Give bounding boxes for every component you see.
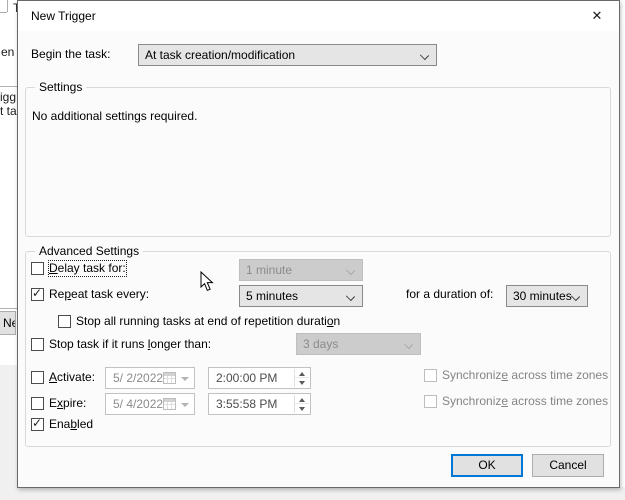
calendar-icon	[163, 398, 176, 410]
delay-task-dropdown-value: 1 minute	[246, 263, 292, 277]
activate-checkbox[interactable]	[31, 371, 44, 384]
background-footer-area-bottom	[0, 487, 625, 500]
background-divider-2	[0, 308, 17, 309]
close-button[interactable]: ✕	[581, 4, 613, 28]
repeat-task-label[interactable]: Repeat task every:	[49, 287, 149, 302]
background-text-fragment-when: en y	[1, 45, 17, 59]
activate-date-value: 5/ 2/2022	[113, 371, 163, 385]
begin-task-dropdown[interactable]: At task creation/modification	[138, 44, 437, 66]
background-footer-area	[0, 365, 17, 500]
settings-message: No additional settings required.	[32, 109, 197, 123]
stop-all-tasks-checkbox[interactable]	[58, 315, 71, 328]
enabled-label[interactable]: Enabled	[49, 417, 93, 432]
enabled-checkbox[interactable]: ✓	[31, 418, 44, 431]
background-text-fragment-trigger: igg	[0, 90, 17, 104]
activate-sync-timezone-checkbox	[424, 369, 437, 382]
stop-task-longer-checkbox[interactable]	[31, 338, 44, 351]
expire-time-value: 3:55:58 PM	[216, 397, 277, 411]
settings-group-title: Settings	[35, 80, 86, 94]
begin-task-label: Begin the task:	[31, 47, 110, 62]
advanced-settings-group-title: Advanced Settings	[35, 244, 143, 258]
stop-task-longer-label[interactable]: Stop task if it runs longer than:	[49, 337, 211, 352]
settings-group: Settings No additional settings required…	[25, 87, 611, 237]
background-tab-border-bottom	[0, 12, 7, 13]
delay-task-dropdown: 1 minute	[239, 259, 363, 281]
dropdown-arrow-icon	[181, 403, 189, 407]
duration-dropdown[interactable]: 30 minutes	[506, 285, 588, 307]
chevron-down-icon	[571, 292, 580, 301]
calendar-icon	[163, 372, 176, 384]
close-icon: ✕	[592, 8, 603, 23]
expire-time-spinner: 3:55:58 PM	[208, 393, 311, 415]
chevron-down-icon	[420, 51, 429, 60]
activate-sync-timezone-label: Synchronize across time zones	[442, 368, 608, 383]
spinner-up-icon	[295, 395, 309, 404]
background-tab-border	[7, 0, 8, 12]
chevron-down-icon	[346, 266, 355, 275]
chevron-down-icon	[346, 292, 355, 301]
cancel-button[interactable]: Cancel	[532, 454, 604, 477]
spinner-down-icon	[295, 404, 309, 413]
expire-sync-timezone-label: Synchronize across time zones	[442, 394, 608, 409]
stop-all-tasks-label[interactable]: Stop all running tasks at end of repetit…	[76, 314, 340, 329]
duration-label: for a duration of:	[406, 287, 493, 302]
delay-task-label[interactable]: Delay task for:	[49, 261, 126, 276]
expire-date-picker: 5/ 4/2022	[105, 393, 195, 415]
stop-task-longer-dropdown: 3 days	[296, 333, 421, 355]
expire-label[interactable]: Expire:	[49, 396, 86, 411]
repeat-task-checkbox[interactable]: ✓	[31, 288, 44, 301]
duration-value: 30 minutes	[513, 289, 572, 303]
stop-task-longer-value: 3 days	[303, 337, 338, 351]
expire-sync-timezone-checkbox	[424, 395, 437, 408]
spinner-up-icon	[295, 369, 309, 378]
spinner-control	[294, 369, 309, 387]
expire-date-value: 5/ 4/2022	[113, 397, 163, 411]
dropdown-arrow-icon	[181, 377, 189, 381]
delay-task-checkbox[interactable]	[31, 262, 44, 275]
background-divider	[0, 86, 17, 87]
activate-time-value: 2:00:00 PM	[216, 371, 277, 385]
check-icon: ✓	[32, 286, 42, 300]
expire-checkbox[interactable]	[31, 397, 44, 410]
mouse-cursor	[200, 271, 214, 292]
check-icon: ✓	[32, 416, 42, 430]
repeat-interval-dropdown[interactable]: 5 minutes	[239, 285, 363, 307]
title-bar[interactable]: New Trigger ✕	[18, 1, 619, 31]
dialog-title: New Trigger	[31, 9, 96, 23]
activate-date-picker: 5/ 2/2022	[105, 367, 195, 389]
activate-time-spinner: 2:00:00 PM	[208, 367, 311, 389]
begin-task-dropdown-value: At task creation/modification	[145, 48, 295, 62]
chevron-down-icon	[404, 340, 413, 349]
spinner-down-icon	[295, 378, 309, 387]
spinner-control	[294, 395, 309, 413]
background-text-fragment-task: t ta	[0, 104, 17, 118]
activate-label[interactable]: Activate:	[49, 370, 95, 385]
repeat-interval-value: 5 minutes	[246, 289, 298, 303]
background-new-button-fragment[interactable]: Ne	[0, 311, 16, 335]
ok-button[interactable]: OK	[451, 454, 523, 477]
new-trigger-dialog: New Trigger ✕ Begin the task: At task cr…	[17, 0, 620, 488]
